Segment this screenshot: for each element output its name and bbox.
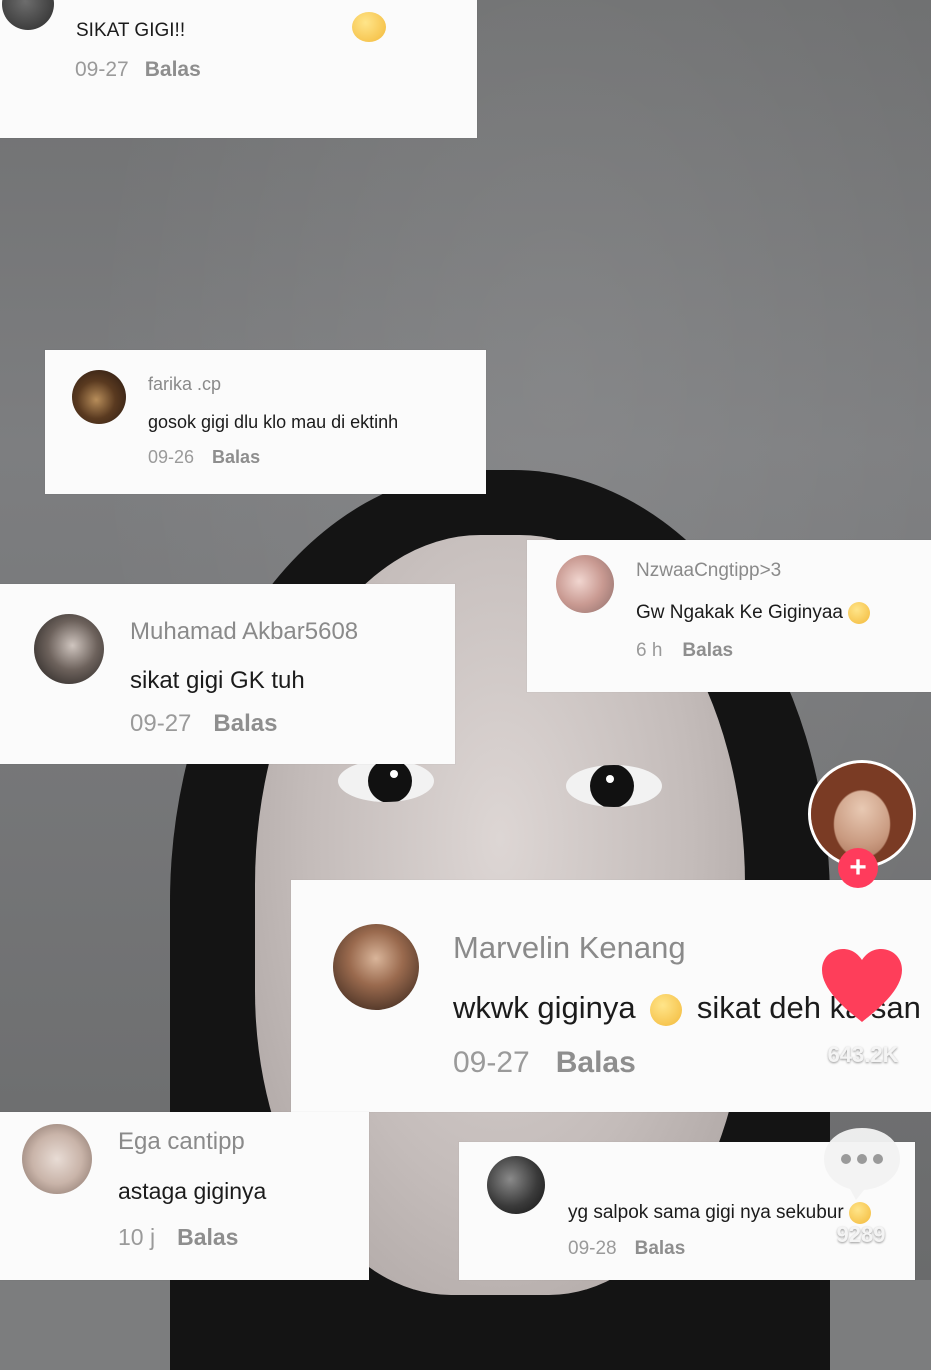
comment-meta: 09-27 Balas — [130, 710, 277, 738]
comment-text: gosok gigi dlu klo mau di ektinh — [148, 412, 399, 432]
comment-meta: 09-28 Balas — [568, 1238, 685, 1260]
emoji-icon — [352, 12, 386, 42]
comment-username[interactable]: Marvelin Kenang — [453, 930, 686, 966]
comment-date: 09-28 — [568, 1238, 617, 1259]
comment-card: Muhamad Akbar5608 sikat gigi GK tuh 09-2… — [0, 584, 455, 764]
comment-username[interactable]: Ega cantipp — [118, 1128, 245, 1156]
comment-card: NzwaaCngtipp>3 Gw Ngakak Ke Giginyaa 6 h… — [527, 540, 931, 692]
comment-meta: 09-27 Balas — [453, 1046, 636, 1080]
video-subject-eye-left — [338, 760, 434, 802]
commenter-avatar[interactable] — [2, 0, 54, 30]
comment-text: SIKAT GIGI!! — [76, 20, 186, 41]
comment-meta: 09-26 Balas — [148, 447, 260, 468]
reply-button[interactable]: Balas — [212, 447, 260, 468]
comment-meta: 10 j Balas — [118, 1224, 238, 1251]
heart-shape — [822, 949, 902, 1022]
comment-text: Gw Ngakak Ke Giginyaa — [636, 602, 843, 624]
comment-date: 6 h — [636, 640, 663, 661]
comment-username[interactable]: NzwaaCngtipp>3 — [636, 560, 781, 582]
reply-button[interactable]: Balas — [213, 710, 277, 738]
comment-username[interactable]: Muhamad Akbar5608 — [130, 618, 358, 646]
comment-meta: 09-27 Balas — [75, 58, 201, 82]
commenter-avatar[interactable] — [333, 924, 419, 1010]
reply-button[interactable]: Balas — [556, 1046, 636, 1080]
like-count: 643.2K — [827, 1042, 899, 1067]
comment-username[interactable]: farika .cp — [148, 374, 221, 395]
comment-date: 10 j — [118, 1224, 156, 1250]
comment-text-row: Gw Ngakak Ke Giginyaa — [636, 602, 871, 624]
heart-icon[interactable] — [818, 946, 906, 1026]
comment-date: 09-27 — [75, 58, 129, 81]
comment-card: Ega cantipp astaga giginya 10 j Balas — [0, 1112, 369, 1280]
comment-text: wkwk giginya — [453, 990, 636, 1025]
comment-date: 09-27 — [130, 710, 192, 737]
commenter-avatar[interactable] — [487, 1156, 545, 1214]
comment-text: yg salpok sama gigi nya sekubur — [568, 1202, 844, 1224]
comment-count: 9289 — [836, 1222, 886, 1247]
emoji-icon — [848, 602, 871, 624]
comment-text: astaga giginya — [118, 1178, 267, 1204]
comment-bubble-icon[interactable] — [820, 1124, 904, 1202]
follow-button[interactable]: + — [838, 848, 878, 888]
commenter-avatar[interactable] — [34, 614, 104, 684]
emoji-icon — [848, 1202, 871, 1224]
reply-button[interactable]: Balas — [177, 1224, 238, 1251]
reply-button[interactable]: Balas — [145, 58, 201, 82]
comment-date: 09-27 — [453, 1046, 530, 1079]
commenter-avatar[interactable] — [22, 1124, 92, 1194]
emoji-icon — [650, 993, 683, 1026]
video-subject-eye-right — [566, 765, 662, 807]
comment-text: sikat gigi GK tuh — [130, 667, 305, 694]
comment-card: farika .cp gosok gigi dlu klo mau di ekt… — [45, 350, 486, 494]
comment-text-row: yg salpok sama gigi nya sekubur — [568, 1202, 871, 1224]
commenter-avatar[interactable] — [72, 370, 126, 424]
comment-meta: 6 h Balas — [636, 640, 733, 662]
reply-button[interactable]: Balas — [635, 1238, 686, 1260]
comment-card: SIKAT GIGI!! 09-27 Balas — [0, 0, 477, 138]
reply-button[interactable]: Balas — [682, 640, 733, 662]
commenter-avatar[interactable] — [556, 555, 614, 613]
comment-date: 09-26 — [148, 447, 195, 467]
